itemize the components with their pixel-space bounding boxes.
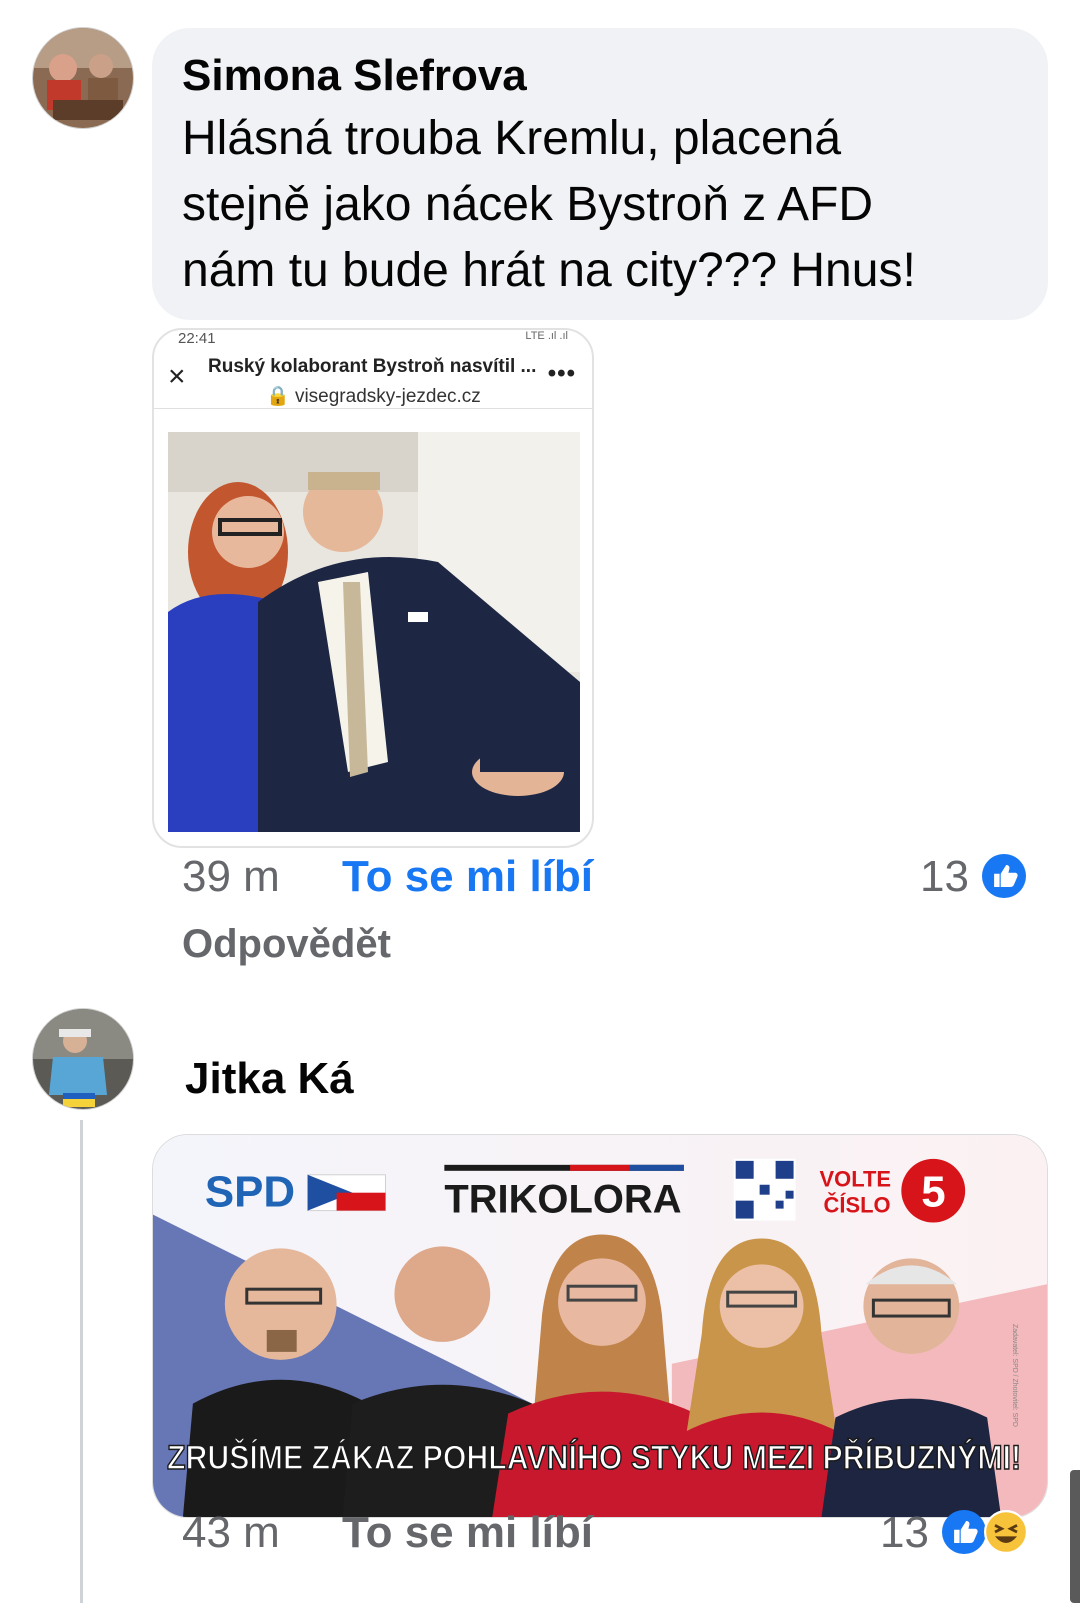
comment-bubble: Simona Slefrova Hlásná trouba Kremlu, pl… — [152, 28, 1048, 320]
like-button[interactable]: To se mi líbí — [342, 852, 593, 902]
more-icon: ••• — [547, 360, 576, 387]
scrollbar[interactable] — [1070, 1470, 1080, 1603]
vote-number: 5 — [921, 1168, 945, 1217]
qr-code-icon — [733, 1158, 796, 1221]
status-time: 22:41 — [178, 330, 216, 347]
attached-poster[interactable]: SPD TRIKOLORA VOLTE ČÍSLO 5 Zadavatel: S… — [152, 1134, 1048, 1518]
poster-side-note: Zadavatel: SPD / Zhotovitel: SPD — [1011, 1324, 1018, 1427]
comment-time: 39 m — [182, 852, 280, 901]
reaction-count[interactable]: 13 — [880, 1508, 929, 1558]
divider — [154, 408, 592, 409]
poster-slogan: ZRUŠÍME ZÁKAZ POHLAVNÍHO STYKU MEZI PŘÍB… — [167, 1438, 1021, 1477]
status-signal: LTE .ıl .ıl — [525, 330, 568, 342]
like-icon — [942, 1510, 986, 1554]
comment-author[interactable]: Jitka Ká — [185, 1054, 354, 1104]
avatar-simona[interactable] — [32, 27, 134, 129]
comment-author[interactable]: Simona Slefrova — [182, 48, 1018, 104]
close-icon: × — [168, 360, 186, 393]
thread-line — [80, 1120, 83, 1603]
article-photo — [168, 432, 580, 832]
comment-text-line: stejně jako nácek Bystroň z AFD — [182, 178, 873, 231]
reaction-count[interactable]: 13 — [920, 852, 969, 902]
vote-label-line1: VOLTE — [820, 1167, 892, 1192]
party-trikolora-logo: TRIKOLORA — [444, 1178, 681, 1222]
party-spd-logo: SPD — [205, 1168, 295, 1217]
like-button[interactable]: To se mi líbí — [342, 1508, 593, 1558]
browser-page-title: Ruský kolaborant Bystroň nasvítil ... — [208, 356, 537, 377]
comment-text-line: Hlásná trouba Kremlu, placená — [182, 112, 842, 165]
attached-screenshot[interactable]: 22:41 LTE .ıl .ıl × Ruský kolaborant Bys… — [152, 328, 594, 848]
haha-icon — [984, 1510, 1028, 1554]
avatar-jitka[interactable] — [32, 1008, 134, 1110]
czech-flag-icon — [307, 1174, 386, 1212]
comment-time: 43 m — [182, 1508, 280, 1557]
like-icon — [982, 854, 1026, 898]
lock-icon: 🔒 — [266, 386, 290, 407]
vote-label-line2: ČÍSLO — [824, 1193, 891, 1218]
browser-url: 🔒 visegradsky-jezdec.cz — [266, 384, 481, 408]
browser-url-text: visegradsky-jezdec.cz — [294, 386, 481, 407]
comment-text: Hlásná trouba Kremlu, placená stejně jak… — [182, 106, 1018, 304]
reply-button[interactable]: Odpovědět — [182, 922, 391, 967]
comment-text-line: nám tu bude hrát na city??? Hnus! — [182, 244, 916, 297]
